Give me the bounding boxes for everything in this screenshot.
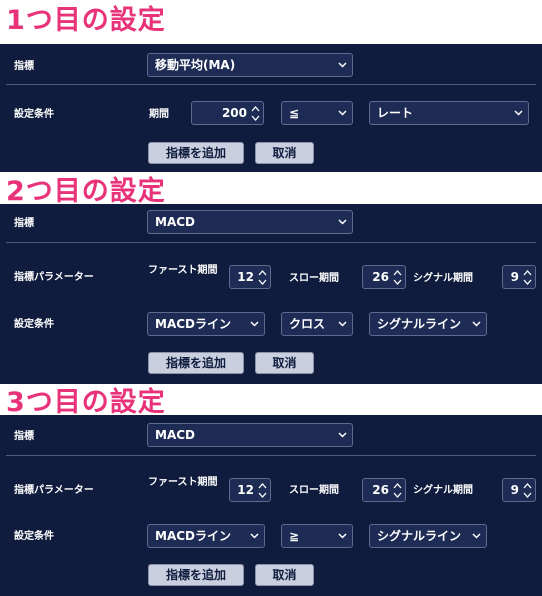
params-label: 指標パラメーター — [14, 485, 94, 496]
spin-arrows-icon[interactable] — [523, 482, 532, 499]
signal-period-label: シグナル期間 — [413, 273, 473, 284]
signal-period-input[interactable]: 9 — [502, 478, 536, 502]
indicator-select-value: MACD — [155, 428, 195, 442]
line-value: MACDライン — [155, 529, 231, 543]
signal-period-label: シグナル期間 — [413, 485, 473, 496]
indicator-label: 指標 — [14, 218, 34, 229]
cancel-button[interactable]: 取消 — [255, 352, 314, 374]
operator-value: ≦ — [289, 106, 300, 120]
section-1-heading: 1つ目の設定 — [6, 5, 166, 36]
cancel-button[interactable]: 取消 — [255, 142, 314, 164]
chevron-down-icon — [338, 321, 347, 327]
slow-period-label: スロー期間 — [289, 273, 339, 284]
fast-period-label: ファースト期間 — [148, 265, 218, 276]
signal-period-value: 9 — [510, 483, 519, 497]
section-2-panel: 指標 MACD 指標パラメーター ファースト期間 12 スロー期間 26 シグナ… — [0, 204, 542, 384]
period-value: 200 — [221, 106, 247, 120]
cancel-button[interactable]: 取消 — [255, 564, 314, 586]
fast-period-value: 12 — [237, 483, 254, 497]
chevron-down-icon — [472, 533, 481, 539]
spin-arrows-icon[interactable] — [393, 482, 402, 499]
add-indicator-button[interactable]: 指標を追加 — [148, 352, 244, 374]
fast-period-label: ファースト期間 — [148, 477, 218, 488]
chevron-down-icon — [514, 110, 523, 116]
target-select[interactable]: レート — [369, 101, 529, 125]
spin-arrows-icon[interactable] — [251, 105, 260, 122]
fast-period-input[interactable]: 12 — [229, 265, 271, 289]
signal-period-value: 9 — [510, 270, 519, 284]
chevron-down-icon — [472, 321, 481, 327]
fast-period-input[interactable]: 12 — [229, 478, 271, 502]
add-indicator-button[interactable]: 指標を追加 — [148, 564, 244, 586]
spin-arrows-icon[interactable] — [258, 482, 267, 499]
section-3-panel: 指標 MACD 指標パラメーター ファースト期間 12 スロー期間 26 シグナ… — [0, 415, 542, 596]
chevron-down-icon — [250, 533, 259, 539]
indicator-label: 指標 — [14, 431, 34, 442]
chevron-down-icon — [338, 110, 347, 116]
spin-arrows-icon[interactable] — [258, 269, 267, 286]
fast-period-value: 12 — [237, 270, 254, 284]
chevron-down-icon — [338, 219, 347, 225]
operator-select[interactable]: ≦ — [281, 101, 353, 125]
line-select[interactable]: MACDライン — [147, 312, 265, 336]
indicator-select[interactable]: MACD — [147, 423, 353, 447]
indicator-select-value: MACD — [155, 215, 195, 229]
indicator-select[interactable]: MACD — [147, 210, 353, 234]
line-select[interactable]: MACDライン — [147, 524, 265, 548]
signal-period-input[interactable]: 9 — [502, 265, 536, 289]
chevron-down-icon — [338, 62, 347, 68]
slow-period-value: 26 — [372, 270, 389, 284]
operator-select[interactable]: クロス — [281, 312, 353, 336]
chevron-down-icon — [250, 321, 259, 327]
condition-label: 設定条件 — [14, 531, 54, 542]
operator-value: ≧ — [289, 529, 300, 543]
indicator-select[interactable]: 移動平均(MA) — [147, 53, 353, 77]
line-value: MACDライン — [155, 317, 231, 331]
condition-label: 設定条件 — [14, 109, 54, 120]
section-divider — [6, 84, 536, 85]
period-label: 期間 — [149, 109, 169, 120]
slow-period-value: 26 — [372, 483, 389, 497]
slow-period-input[interactable]: 26 — [362, 478, 406, 502]
spin-arrows-icon[interactable] — [523, 269, 532, 286]
slow-period-label: スロー期間 — [289, 485, 339, 496]
target-select[interactable]: シグナルライン — [369, 312, 487, 336]
section-1-panel: 指標 移動平均(MA) 設定条件 期間 200 ≦ レート 指標を追加 取消 — [0, 44, 542, 172]
target-value: シグナルライン — [377, 317, 462, 331]
operator-value: クロス — [289, 317, 326, 331]
section-divider — [6, 455, 536, 456]
target-value: レート — [377, 106, 414, 120]
params-label: 指標パラメーター — [14, 272, 94, 283]
period-input[interactable]: 200 — [191, 101, 264, 125]
chevron-down-icon — [338, 533, 347, 539]
chevron-down-icon — [338, 432, 347, 438]
indicator-select-value: 移動平均(MA) — [155, 58, 236, 72]
section-divider — [6, 242, 536, 243]
operator-select[interactable]: ≧ — [281, 524, 353, 548]
target-value: シグナルライン — [377, 529, 462, 543]
condition-label: 設定条件 — [14, 319, 54, 330]
slow-period-input[interactable]: 26 — [362, 265, 406, 289]
add-indicator-button[interactable]: 指標を追加 — [148, 142, 244, 164]
indicator-label: 指標 — [14, 61, 34, 72]
spin-arrows-icon[interactable] — [393, 269, 402, 286]
target-select[interactable]: シグナルライン — [369, 524, 487, 548]
